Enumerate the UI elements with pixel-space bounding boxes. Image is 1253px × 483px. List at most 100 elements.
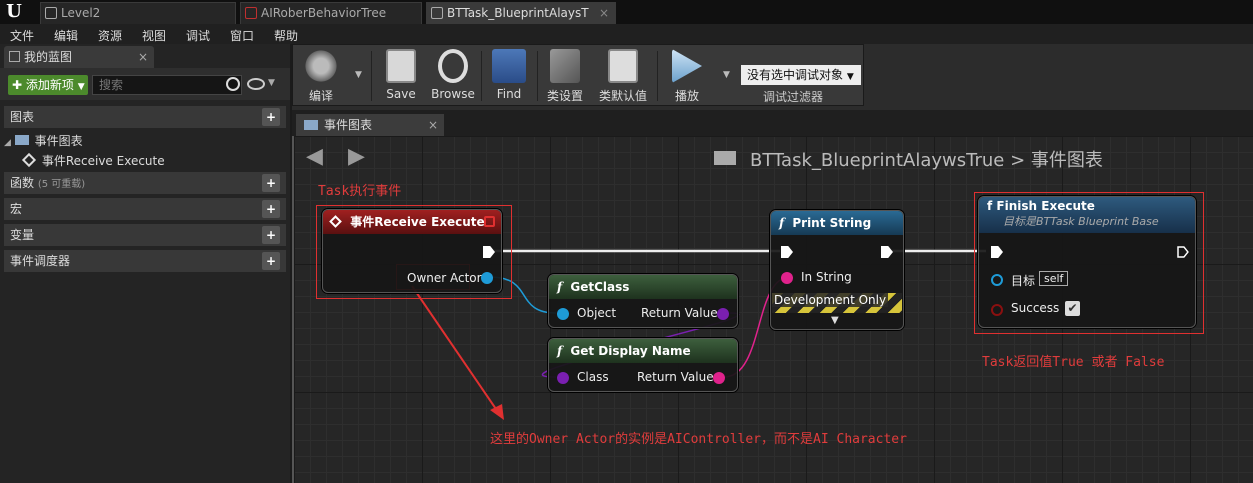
section-variables[interactable]: 变量 + xyxy=(4,224,286,246)
save-button[interactable]: Save xyxy=(377,49,425,101)
string-out-pin[interactable] xyxy=(713,372,725,384)
event-icon xyxy=(21,152,37,168)
my-blueprint-tab[interactable]: 我的蓝图 × xyxy=(4,46,154,68)
node-finish-execute[interactable]: f Finish Execute 目标是BTTask Blueprint Bas… xyxy=(978,196,1196,328)
node-get-class[interactable]: f GetClass Object Return Value xyxy=(548,274,738,328)
graph-canvas[interactable]: ◀ ▶ BTTask_BlueprintAlaywsTrue > 事件图表 Ta… xyxy=(292,136,1253,483)
tree-event-item[interactable]: 事件Receive Execute xyxy=(21,152,165,169)
return-value-label: Return Value xyxy=(641,306,718,320)
eye-icon[interactable] xyxy=(247,78,265,90)
exec-in-pin[interactable] xyxy=(781,246,793,258)
in-string-pin[interactable] xyxy=(781,272,793,284)
target-pin[interactable] xyxy=(991,274,1003,286)
exec-out-pin[interactable] xyxy=(881,246,893,258)
expand-arrow-icon[interactable]: ▼ xyxy=(831,315,839,326)
debug-object-select[interactable]: 没有选中调试对象 ▼ xyxy=(741,65,861,85)
graph-tab-label: 事件图表 xyxy=(324,118,373,132)
in-string-label: In String xyxy=(801,270,852,284)
development-only-label: Development Only xyxy=(772,293,889,307)
exec-out-pin[interactable] xyxy=(1177,246,1189,258)
success-checkbox[interactable]: ✔ xyxy=(1065,301,1080,316)
add-graph-button[interactable]: + xyxy=(262,108,280,126)
section-graphs[interactable]: 图表 + xyxy=(4,106,286,128)
event-icon xyxy=(329,215,342,228)
add-macro-button[interactable]: + xyxy=(262,200,280,218)
toolbar-strip: 编译 ▼ Save Browse Find 类设置 类默认值 播放 ▼ 没有选中… xyxy=(292,44,864,106)
chevron-down-icon: ▼ xyxy=(846,72,854,82)
search-input[interactable]: 搜索 xyxy=(92,75,242,95)
menu-view[interactable]: 视图 xyxy=(142,27,166,44)
add-new-button[interactable]: ✚ 添加新项 ▼ xyxy=(8,75,88,95)
menu-window[interactable]: 窗口 xyxy=(230,27,254,44)
gear-icon xyxy=(302,49,340,83)
class-in-pin[interactable] xyxy=(557,372,569,384)
menu-help[interactable]: 帮助 xyxy=(274,27,298,44)
separator xyxy=(657,51,658,101)
development-only-banner: Development Only xyxy=(772,293,902,313)
separator xyxy=(371,51,372,101)
debug-select-value: 没有选中调试对象 xyxy=(747,68,844,82)
menu-edit[interactable]: 编辑 xyxy=(54,27,78,44)
exec-out-pin[interactable] xyxy=(483,246,495,258)
menu-asset[interactable]: 资源 xyxy=(98,27,122,44)
tree-label: 事件图表 xyxy=(34,134,83,148)
annotation-task-event: Task执行事件 xyxy=(318,184,402,199)
my-blueprint-panel: 我的蓝图 × ✚ 添加新项 ▼ 搜索 ▼ 图表 + ◢ 事件图表 事件Recei… xyxy=(0,44,290,483)
tab-blueprint[interactable]: BTTask_BlueprintAlaysT × xyxy=(426,2,616,24)
compile-button[interactable]: 编译 xyxy=(297,49,345,104)
delegate-pin-icon[interactable] xyxy=(484,216,495,227)
menu-bar: 文件 编辑 资源 视图 调试 窗口 帮助 xyxy=(0,24,1253,44)
success-pin[interactable] xyxy=(991,304,1003,316)
function-icon: f xyxy=(987,199,993,213)
play-button[interactable]: 播放 xyxy=(663,49,711,104)
node-header: f GetClass xyxy=(549,275,737,299)
class-settings-button[interactable]: 类设置 xyxy=(541,49,589,104)
add-new-label: 添加新项 xyxy=(25,78,74,92)
annotation-return-note: Task返回值True 或者 False xyxy=(982,355,1165,370)
chevron-down-icon[interactable]: ▼ xyxy=(723,70,730,80)
override-count: (5 可重载) xyxy=(37,179,86,190)
add-variable-button[interactable]: + xyxy=(262,226,280,244)
success-label: Success xyxy=(1011,301,1060,315)
node-print-string[interactable]: f Print String In String Development Onl… xyxy=(770,210,904,330)
node-get-display-name[interactable]: f Get Display Name Class Return Value xyxy=(548,338,738,392)
annotation-arrow xyxy=(411,285,499,413)
tree-event-graph[interactable]: ◢ 事件图表 xyxy=(4,132,83,149)
add-dispatcher-button[interactable]: + xyxy=(262,252,280,270)
section-functions[interactable]: 函数 (5 可重载) + xyxy=(4,172,286,194)
add-function-button[interactable]: + xyxy=(262,174,280,192)
node-header: 事件Receive Execute xyxy=(323,210,501,234)
owner-actor-pin[interactable] xyxy=(481,272,493,284)
tab-label: BTTask_BlueprintAlaysT xyxy=(447,6,589,20)
section-macros[interactable]: 宏 + xyxy=(4,198,286,220)
close-icon[interactable]: × xyxy=(428,114,438,136)
level-icon xyxy=(45,7,57,19)
section-label: 变量 xyxy=(10,228,35,242)
section-label: 宏 xyxy=(10,202,23,216)
tab-behavior-tree[interactable]: AIRoberBehaviorTree xyxy=(240,2,422,24)
debug-filter-label: 调试过滤器 xyxy=(763,90,824,104)
checklist-icon xyxy=(608,49,638,83)
search-icon[interactable] xyxy=(226,77,240,91)
chevron-down-icon[interactable]: ▼ xyxy=(355,70,362,80)
menu-file[interactable]: 文件 xyxy=(10,27,34,44)
section-dispatchers[interactable]: 事件调度器 + xyxy=(4,250,286,272)
node-receive-execute[interactable]: 事件Receive Execute Owner Actor xyxy=(322,209,502,293)
title-bar: U Level2 AIRoberBehaviorTree BTTask_Blue… xyxy=(0,0,1253,24)
find-button[interactable]: Find xyxy=(485,49,533,101)
menu-debug[interactable]: 调试 xyxy=(186,27,210,44)
tab-level2[interactable]: Level2 xyxy=(40,2,236,24)
tab-event-graph[interactable]: 事件图表 × xyxy=(296,114,444,136)
class-settings-label: 类设置 xyxy=(546,89,583,103)
browse-button[interactable]: Browse xyxy=(429,49,477,101)
class-defaults-button[interactable]: 类默认值 xyxy=(599,49,647,104)
exec-in-pin[interactable] xyxy=(991,246,1003,258)
object-in-pin[interactable] xyxy=(557,308,569,320)
collapse-arrow-icon[interactable]: ◢ xyxy=(4,138,11,148)
close-icon[interactable]: × xyxy=(138,46,148,68)
close-icon[interactable]: × xyxy=(599,3,609,23)
graph-icon xyxy=(304,120,318,130)
node-title: GetClass xyxy=(570,280,630,294)
class-out-pin[interactable] xyxy=(717,308,729,320)
chevron-down-icon[interactable]: ▼ xyxy=(268,78,275,88)
